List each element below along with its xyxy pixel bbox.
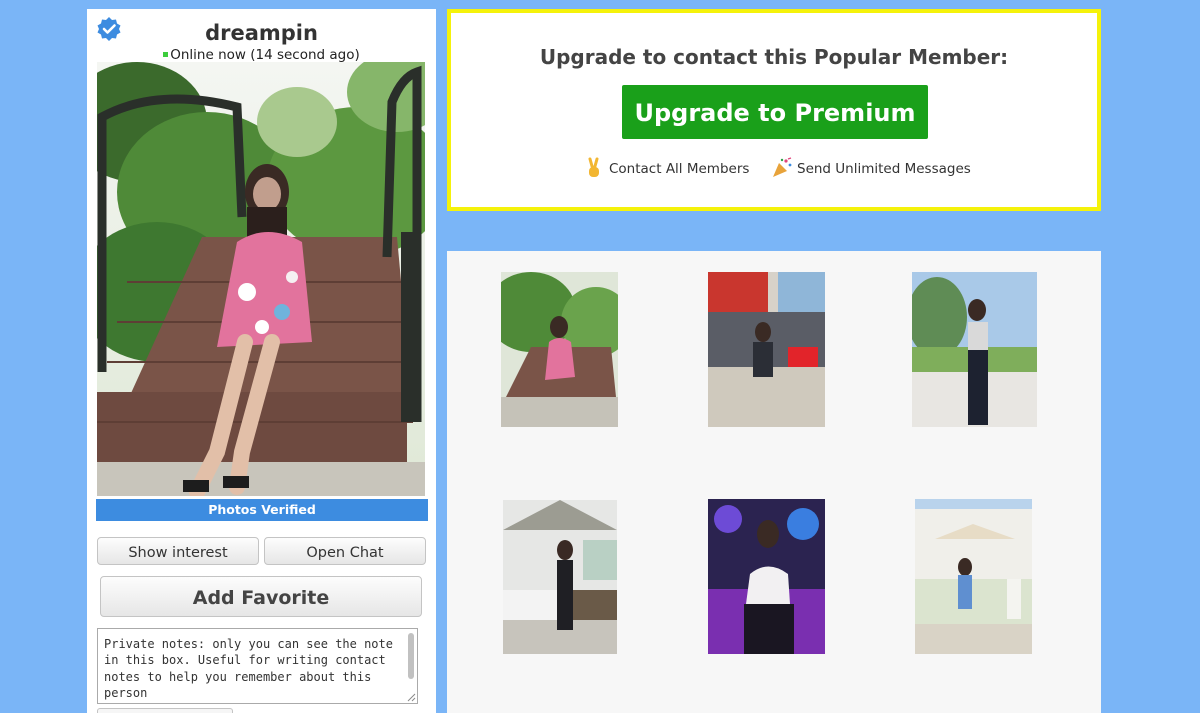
notes-scrollbar[interactable]	[408, 633, 414, 679]
gallery-photo-3[interactable]	[912, 272, 1037, 427]
private-notes-text: Private notes: only you can see the note…	[104, 637, 393, 700]
show-interest-button[interactable]: Show interest	[97, 537, 259, 565]
victory-hand-icon	[588, 157, 599, 177]
feature-contact-all: Contact All Members	[583, 157, 749, 179]
photos-verified-bar: Photos Verified	[96, 499, 428, 521]
profile-card: dreampin Online now (14 second ago) Phot…	[87, 9, 436, 713]
resize-handle-icon[interactable]	[407, 693, 416, 702]
upgrade-panel: Upgrade to contact this Popular Member: …	[447, 9, 1101, 211]
add-favorite-button[interactable]: Add Favorite	[100, 576, 422, 617]
upgrade-heading: Upgrade to contact this Popular Member:	[539, 45, 1009, 69]
private-notes-textarea[interactable]: Private notes: only you can see the note…	[97, 628, 418, 704]
online-dot-icon	[163, 52, 169, 57]
gallery-photo-2[interactable]	[708, 272, 825, 427]
gallery-photo-6[interactable]	[915, 499, 1032, 654]
online-status: Online now (14 second ago)	[87, 47, 436, 63]
feature-unlimited-messages: Send Unlimited Messages	[771, 157, 971, 179]
party-popper-icon	[773, 157, 792, 177]
gallery-photo-4[interactable]	[503, 500, 617, 654]
online-status-text: Online now (14 second ago)	[170, 47, 360, 63]
photo-gallery	[447, 251, 1101, 713]
feature-label: Send Unlimited Messages	[797, 161, 971, 177]
gallery-photo-1[interactable]	[501, 272, 618, 427]
profile-username: dreampin	[205, 21, 318, 45]
partial-button[interactable]	[97, 708, 233, 713]
upgrade-to-premium-button[interactable]: Upgrade to Premium	[622, 85, 928, 139]
feature-label: Contact All Members	[609, 161, 750, 177]
gallery-photo-5[interactable]	[708, 499, 825, 654]
main-profile-photo[interactable]	[97, 62, 425, 496]
open-chat-button[interactable]: Open Chat	[264, 537, 426, 565]
